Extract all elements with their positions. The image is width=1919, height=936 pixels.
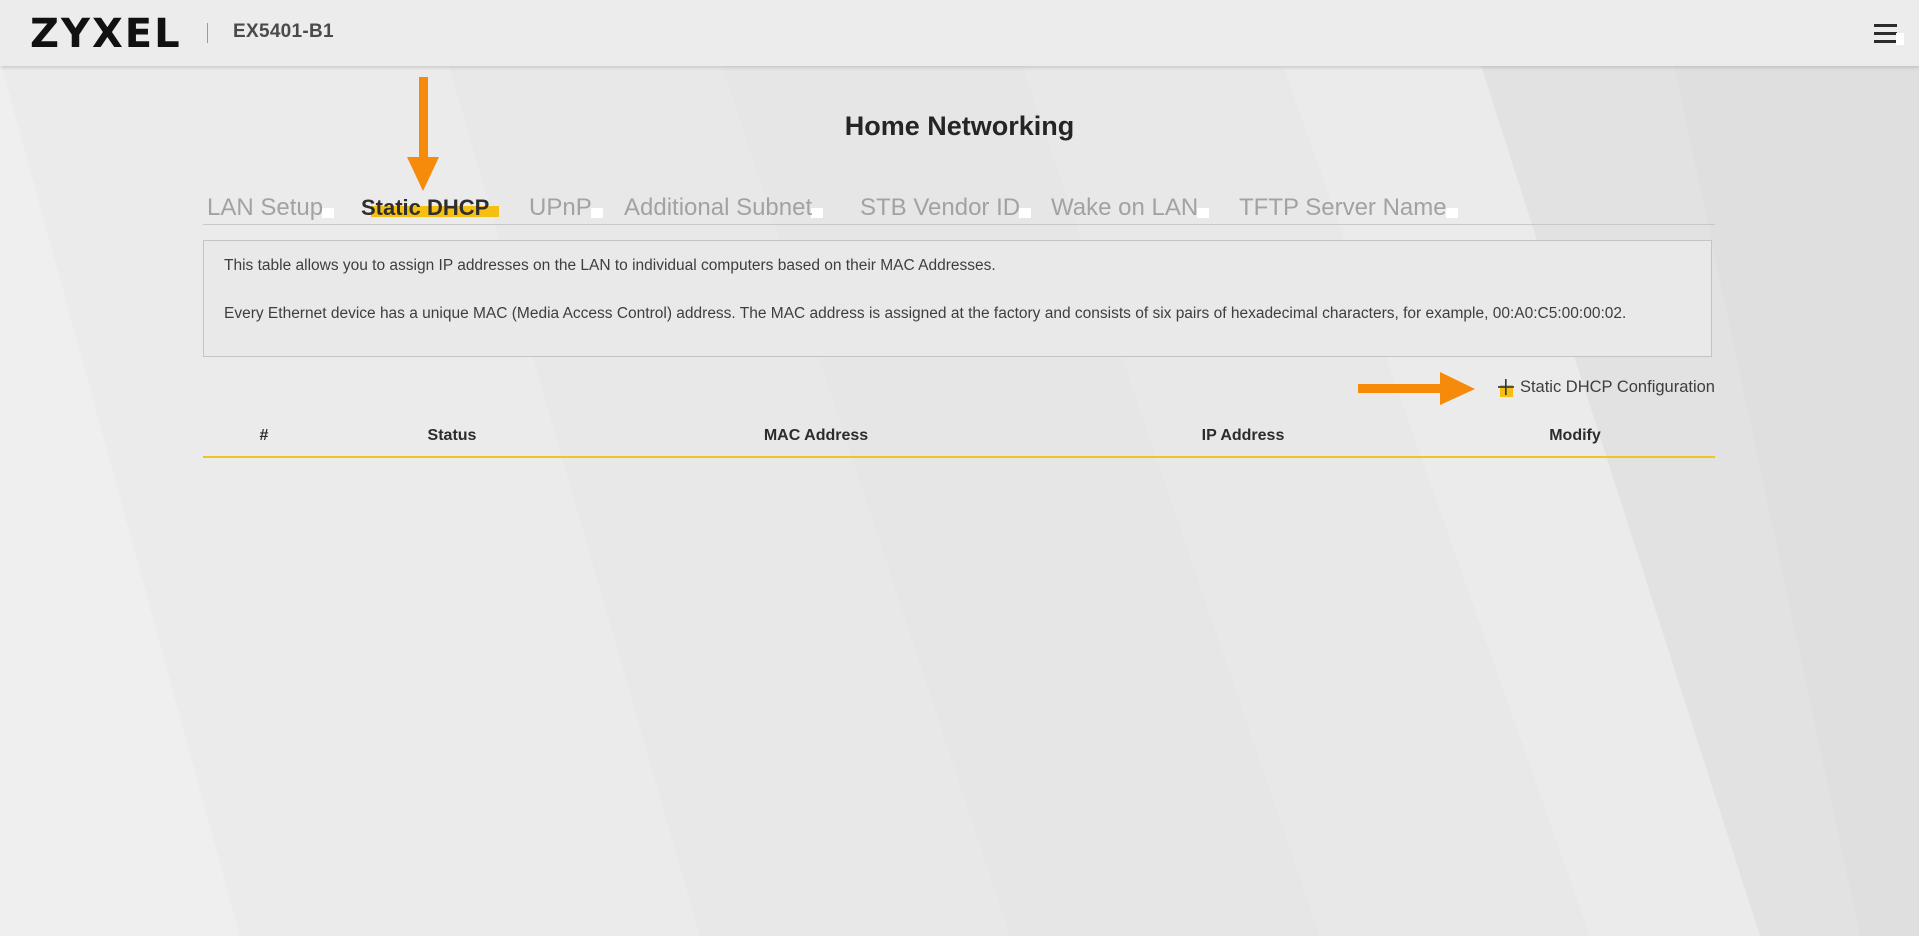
page-title: Home Networking [844,111,1075,141]
annotation-arrow-right-icon [1358,372,1475,405]
info-description-box: This table allows you to assign IP addre… [203,240,1712,357]
tab-static-dhcp[interactable]: Static DHCP [361,195,500,221]
annotation-arrow-down-icon [407,77,439,191]
add-static-dhcp-label: Static DHCP Configuration [1519,377,1715,396]
info-text-mac: Every Ethernet device has a unique MAC (… [224,305,1627,322]
add-static-dhcp-button[interactable]: Static DHCP Configuration [1497,375,1715,399]
info-text-assign: This table allows you to assign IP addre… [224,257,996,274]
column-header-index: # [259,427,269,444]
plus-icon [1497,378,1515,397]
tab-tftp-server-name[interactable]: TFTP Server Name [1239,194,1458,222]
column-header-ip-address: IP Address [1201,427,1285,444]
header-divider [207,23,208,43]
top-header-bar: ZYXEL EX5401-B1 [0,0,1919,66]
static-dhcp-table-header: # Status MAC Address IP Address Modify [203,420,1715,458]
tab-wake-on-lan[interactable]: Wake on LAN [1051,194,1210,222]
column-header-mac-address: MAC Address [763,427,869,444]
svg-text:ZYXEL: ZYXEL [30,13,182,51]
column-header-modify: Modify [1549,427,1601,444]
tab-upnp[interactable]: UPnP [529,194,603,222]
main-content: Home Networking LAN Setup Static DHCP UP… [0,0,1919,936]
zyxel-logo: ZYXEL [30,13,182,51]
column-header-status: Status [427,427,477,444]
tab-bar: LAN Setup Static DHCP UPnP Additional Su… [203,194,1715,225]
device-model: EX5401-B1 [233,21,334,42]
tab-lan-setup[interactable]: LAN Setup [207,194,335,222]
tab-stb-vendor-id[interactable]: STB Vendor ID [860,194,1032,222]
hamburger-menu-icon[interactable] [1862,20,1904,48]
tab-additional-subnet[interactable]: Additional Subnet [624,194,824,222]
